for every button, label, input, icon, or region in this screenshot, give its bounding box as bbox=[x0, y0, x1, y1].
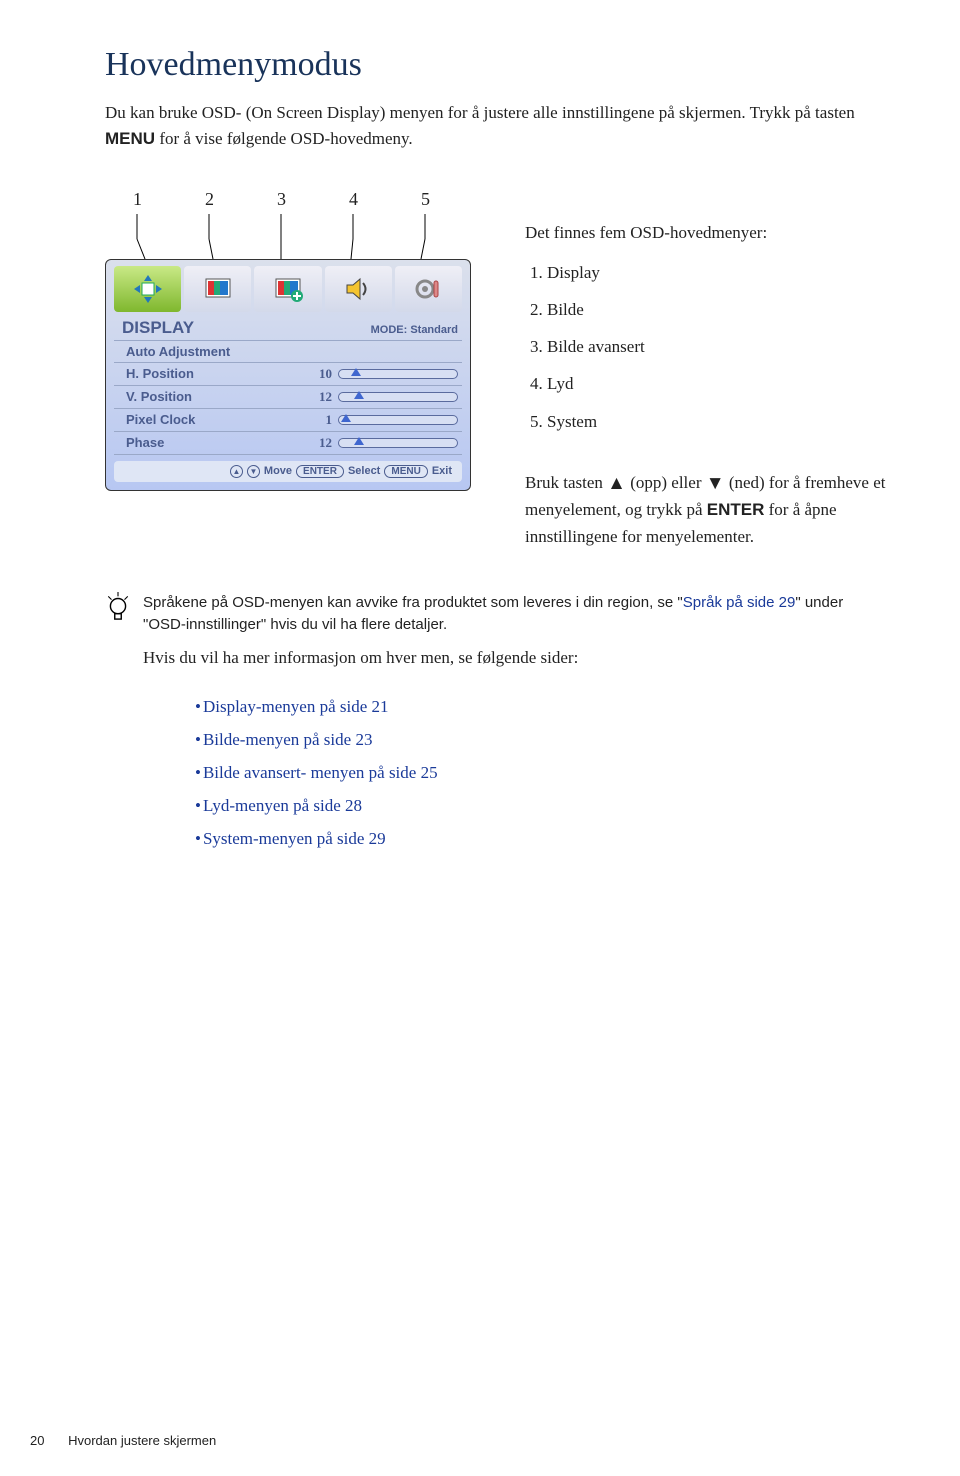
tab-system[interactable] bbox=[395, 266, 462, 312]
gear-icon bbox=[412, 273, 444, 305]
row-label: Pixel Clock bbox=[126, 412, 304, 427]
page-links: Display-menyen på side 21 Bilde-menyen p… bbox=[195, 690, 890, 856]
osd-tabs bbox=[114, 266, 462, 312]
more-info-text: Hvis du vil ha mer informasjon om hver m… bbox=[143, 645, 890, 671]
menu-list: Det finnes fem OSD-hovedmenyer: Display … bbox=[525, 219, 890, 440]
osd-row-vpos[interactable]: V. Position 12 bbox=[114, 385, 462, 408]
osd-mode: MODE: Standard bbox=[371, 324, 458, 336]
osd-panel: DISPLAY MODE: Standard Auto Adjustment H… bbox=[105, 259, 471, 491]
text: (opp) eller bbox=[630, 473, 701, 492]
up-icon: ▲ bbox=[230, 465, 243, 478]
speaker-icon bbox=[342, 273, 374, 305]
intro-text-1: Du kan bruke OSD- (On Screen Display) me… bbox=[105, 103, 855, 122]
callout-lines bbox=[105, 189, 471, 259]
row-value: 1 bbox=[304, 412, 332, 428]
picture-plus-icon bbox=[272, 273, 304, 305]
page-number: 20 bbox=[30, 1433, 44, 1448]
slider-bar[interactable] bbox=[338, 438, 458, 448]
row-value: 12 bbox=[304, 389, 332, 405]
list-item: Lyd bbox=[547, 365, 890, 402]
tip-block: Språkene på OSD-menyen kan avvike fra pr… bbox=[105, 592, 890, 636]
osd-row-phase[interactable]: Phase 12 bbox=[114, 431, 462, 455]
link-lyd[interactable]: Lyd-menyen på side 28 bbox=[195, 789, 890, 822]
tab-display[interactable] bbox=[114, 266, 181, 312]
callout-numbers: 1 2 3 4 5 bbox=[105, 189, 485, 259]
tab-audio[interactable] bbox=[325, 266, 392, 312]
foot-menu-pill: MENU bbox=[384, 465, 427, 478]
navigation-instructions: Bruk tasten ▲ (opp) eller ▼ (ned) for å … bbox=[525, 468, 890, 550]
slider-bar[interactable] bbox=[338, 369, 458, 379]
link-bilde[interactable]: Bilde-menyen på side 23 bbox=[195, 723, 890, 756]
list-item: Bilde bbox=[547, 291, 890, 328]
row-value: 12 bbox=[304, 435, 332, 451]
link-display[interactable]: Display-menyen på side 21 bbox=[195, 690, 890, 723]
down-icon: ▼ bbox=[247, 465, 260, 478]
list-item: System bbox=[547, 403, 890, 440]
tab-picture[interactable] bbox=[184, 266, 251, 312]
triangle-up-icon: ▲ bbox=[607, 473, 626, 494]
page-title: Hovedmenymodus bbox=[105, 46, 890, 84]
foot-exit: Exit bbox=[432, 465, 452, 477]
intro-text-2: for å vise følgende OSD-hovedmeny. bbox=[155, 129, 413, 148]
osd-title: DISPLAY bbox=[122, 318, 194, 338]
osd-header: DISPLAY MODE: Standard bbox=[114, 316, 462, 340]
intro-paragraph: Du kan bruke OSD- (On Screen Display) me… bbox=[105, 100, 890, 153]
row-value: 10 bbox=[304, 366, 332, 382]
picture-icon bbox=[202, 273, 234, 305]
text: Bruk tasten bbox=[525, 473, 607, 492]
link-bilde-avansert[interactable]: Bilde avansert- menyen på side 25 bbox=[195, 756, 890, 789]
row-label: Auto Adjustment bbox=[126, 344, 458, 359]
tip-text: Språkene på OSD-menyen kan avvike fra pr… bbox=[143, 592, 890, 636]
foot-enter-pill: ENTER bbox=[296, 465, 344, 478]
menu-key-label: MENU bbox=[105, 129, 155, 148]
slider-bar[interactable] bbox=[338, 392, 458, 402]
osd-figure: 1 2 3 4 5 bbox=[105, 189, 485, 550]
osd-row-hpos[interactable]: H. Position 10 bbox=[114, 362, 462, 385]
list-item: Display bbox=[547, 254, 890, 291]
enter-key-label: ENTER bbox=[707, 500, 765, 519]
row-label: H. Position bbox=[126, 366, 304, 381]
foot-move: Move bbox=[264, 465, 292, 477]
osd-row-auto[interactable]: Auto Adjustment bbox=[114, 340, 462, 362]
osd-footer: ▲ ▼ Move ENTER Select MENU Exit bbox=[114, 461, 462, 482]
lightbulb-icon bbox=[105, 592, 131, 636]
triangle-down-icon: ▼ bbox=[706, 473, 725, 494]
arrows-icon bbox=[132, 273, 164, 305]
slider-bar[interactable] bbox=[338, 415, 458, 425]
menu-list-heading: Det finnes fem OSD-hovedmenyer: bbox=[525, 219, 890, 246]
row-label: V. Position bbox=[126, 389, 304, 404]
text: Språkene på OSD-menyen kan avvike fra pr… bbox=[143, 594, 683, 611]
row-label: Phase bbox=[126, 435, 304, 450]
link-system[interactable]: System-menyen på side 29 bbox=[195, 822, 890, 855]
tab-picture-advanced[interactable] bbox=[254, 266, 321, 312]
list-item: Bilde avansert bbox=[547, 328, 890, 365]
language-link[interactable]: Språk på side 29 bbox=[683, 594, 796, 611]
footer-text: Hvordan justere skjermen bbox=[68, 1433, 216, 1448]
osd-row-pixelclock[interactable]: Pixel Clock 1 bbox=[114, 408, 462, 431]
page-footer: 20 Hvordan justere skjermen bbox=[30, 1433, 216, 1448]
foot-select: Select bbox=[348, 465, 380, 477]
